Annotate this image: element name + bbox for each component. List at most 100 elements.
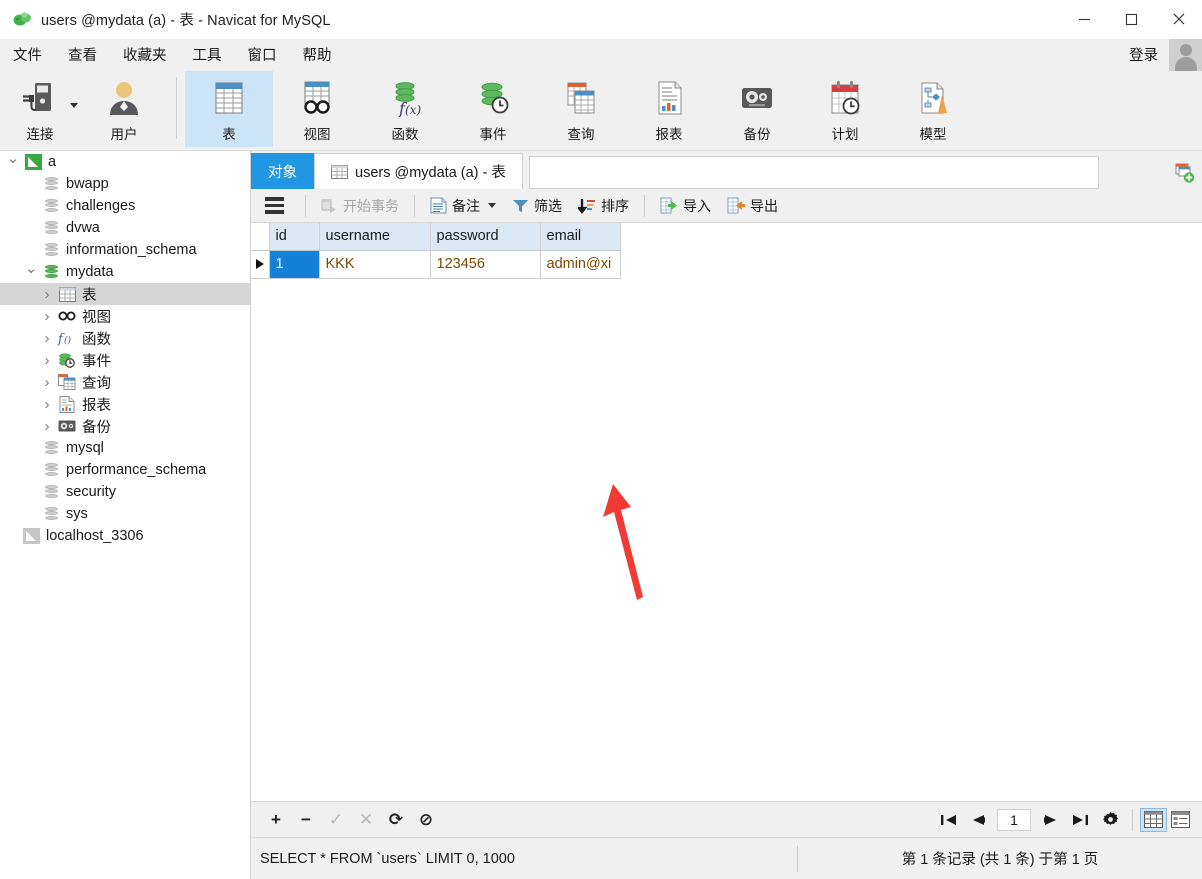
toolbar-user[interactable]: 用户 (80, 71, 168, 147)
data-grid[interactable]: id username password email 1 KKK 123456 (251, 223, 1202, 801)
toolbar-event[interactable]: 事件 (449, 71, 537, 147)
login-button[interactable]: 登录 (1129, 44, 1169, 65)
column-header-username[interactable]: username (319, 223, 431, 251)
prev-page-button[interactable] (963, 805, 993, 835)
next-page-button[interactable] (1035, 805, 1065, 835)
tree-item-tables[interactable]: 表 (0, 283, 250, 305)
cell-password[interactable]: 123456 (430, 250, 541, 279)
menu-favorites[interactable]: 收藏夹 (110, 40, 180, 69)
toolbar-backup-label: 备份 (743, 127, 771, 142)
sidebar-tree[interactable]: a bwapp challenges dvwa information_sche… (0, 151, 251, 879)
grid-view-button[interactable] (1140, 807, 1167, 832)
toolbar-query[interactable]: 查询 (537, 71, 625, 147)
report-icon (56, 395, 78, 413)
toolbar-backup[interactable]: 备份 (713, 71, 801, 147)
chevron-down-icon[interactable] (70, 103, 78, 108)
hamburger-menu-icon[interactable] (251, 197, 298, 214)
menu-help[interactable]: 帮助 (290, 40, 345, 69)
chevron-right-icon[interactable] (38, 374, 56, 391)
add-record-button[interactable]: + (261, 805, 291, 835)
page-number-input[interactable]: 1 (997, 808, 1031, 831)
minimize-button[interactable] (1061, 0, 1108, 39)
chevron-right-icon[interactable] (38, 418, 56, 435)
chevron-down-icon[interactable] (488, 203, 496, 208)
tree-item-views[interactable]: 视图 (0, 305, 250, 327)
database-gray-icon (40, 197, 62, 215)
refresh-button[interactable]: ⟳ (381, 805, 411, 835)
toolbar-view[interactable]: 视图 (273, 71, 361, 147)
apply-changes-button[interactable]: ✓ (321, 805, 351, 835)
column-header-id[interactable]: id (269, 223, 320, 251)
last-page-button[interactable] (1065, 805, 1095, 835)
close-button[interactable] (1155, 0, 1202, 39)
red-arrow-annotation (603, 484, 643, 600)
import-button[interactable]: 导入 (652, 193, 719, 219)
chevron-right-icon[interactable] (38, 286, 56, 303)
chevron-right-icon[interactable] (38, 352, 56, 369)
tree-item-a[interactable]: a (0, 151, 250, 173)
form-view-button[interactable] (1167, 808, 1194, 832)
menu-tools[interactable]: 工具 (180, 40, 235, 69)
tree-item-mydata[interactable]: mydata (0, 261, 250, 283)
tab-objects-label: 对象 (268, 164, 297, 181)
model-icon (913, 77, 953, 119)
tree-item-queries[interactable]: 查询 (0, 371, 250, 393)
tree-item-sys[interactable]: sys (0, 503, 250, 525)
cancel-changes-button[interactable]: ✕ (351, 805, 381, 835)
tree-item-backups[interactable]: 备份 (0, 415, 250, 437)
toolbar-table[interactable]: 表 (185, 71, 273, 147)
toolbar-table-label: 表 (222, 127, 236, 142)
tree-item-reports[interactable]: 报表 (0, 393, 250, 415)
chevron-down-icon[interactable] (4, 153, 22, 171)
chevron-right-icon[interactable] (38, 308, 56, 325)
toolbar-schedule[interactable]: 计划 (801, 71, 889, 147)
tab-objects[interactable]: 对象 (251, 153, 314, 189)
tree-item-label: challenges (66, 198, 136, 214)
search-input[interactable] (528, 156, 1099, 189)
note-button[interactable]: 备注 (422, 193, 504, 219)
toolbar-separator (414, 194, 415, 217)
tree-item-bwapp[interactable]: bwapp (0, 173, 250, 195)
backup-icon (56, 417, 78, 435)
stop-button[interactable]: ⊘ (411, 805, 441, 835)
tree-item-mysql[interactable]: mysql (0, 437, 250, 459)
chevron-down-icon[interactable] (22, 263, 40, 281)
first-page-button[interactable] (933, 805, 963, 835)
tree-item-challenges[interactable]: challenges (0, 195, 250, 217)
export-button[interactable]: 导出 (719, 193, 786, 219)
column-header-password[interactable]: password (430, 223, 541, 251)
tree-item-security[interactable]: security (0, 481, 250, 503)
maximize-button[interactable] (1108, 0, 1155, 39)
sort-button[interactable]: 排序 (570, 193, 637, 219)
tree-item-performance-schema[interactable]: performance_schema (0, 459, 250, 481)
chevron-right-icon[interactable] (38, 396, 56, 413)
toolbar-report[interactable]: 报表 (625, 71, 713, 147)
new-tab-icon[interactable] (1166, 156, 1202, 189)
tree-item-functions[interactable]: f() 函数 (0, 327, 250, 349)
begin-transaction-button[interactable]: 开始事务 (313, 193, 407, 219)
gear-icon[interactable] (1095, 805, 1125, 835)
tree-item-information-schema[interactable]: information_schema (0, 239, 250, 261)
tree-item-events[interactable]: 事件 (0, 349, 250, 371)
column-header-email[interactable]: email (540, 223, 621, 251)
toolbar-model[interactable]: 模型 (889, 71, 977, 147)
tree-item-dvwa[interactable]: dvwa (0, 217, 250, 239)
toolbar-function[interactable]: f (x) 函数 (361, 71, 449, 147)
toolbar-separator (1132, 808, 1133, 831)
avatar[interactable] (1169, 38, 1202, 71)
tab-users-table[interactable]: users @mydata (a) - 表 (314, 153, 523, 189)
menu-window[interactable]: 窗口 (235, 40, 290, 69)
table-row[interactable]: 1 KKK 123456 admin@xi (251, 250, 621, 279)
cell-id[interactable]: 1 (269, 250, 320, 279)
filter-button[interactable]: 筛选 (504, 193, 570, 219)
delete-record-button[interactable]: − (291, 805, 321, 835)
cell-username[interactable]: KKK (319, 250, 431, 279)
menu-view[interactable]: 查看 (55, 40, 110, 69)
object-toolbar: 开始事务 备注 筛选 排序 导入 导出 (251, 189, 1202, 223)
connection-green-icon (22, 153, 44, 171)
toolbar-connection[interactable]: 连接 (0, 71, 80, 147)
cell-email[interactable]: admin@xi (540, 250, 621, 279)
chevron-right-icon[interactable] (38, 330, 56, 347)
menu-file[interactable]: 文件 (0, 40, 55, 69)
tree-item-localhost-3306[interactable]: localhost_3306 (0, 525, 250, 547)
